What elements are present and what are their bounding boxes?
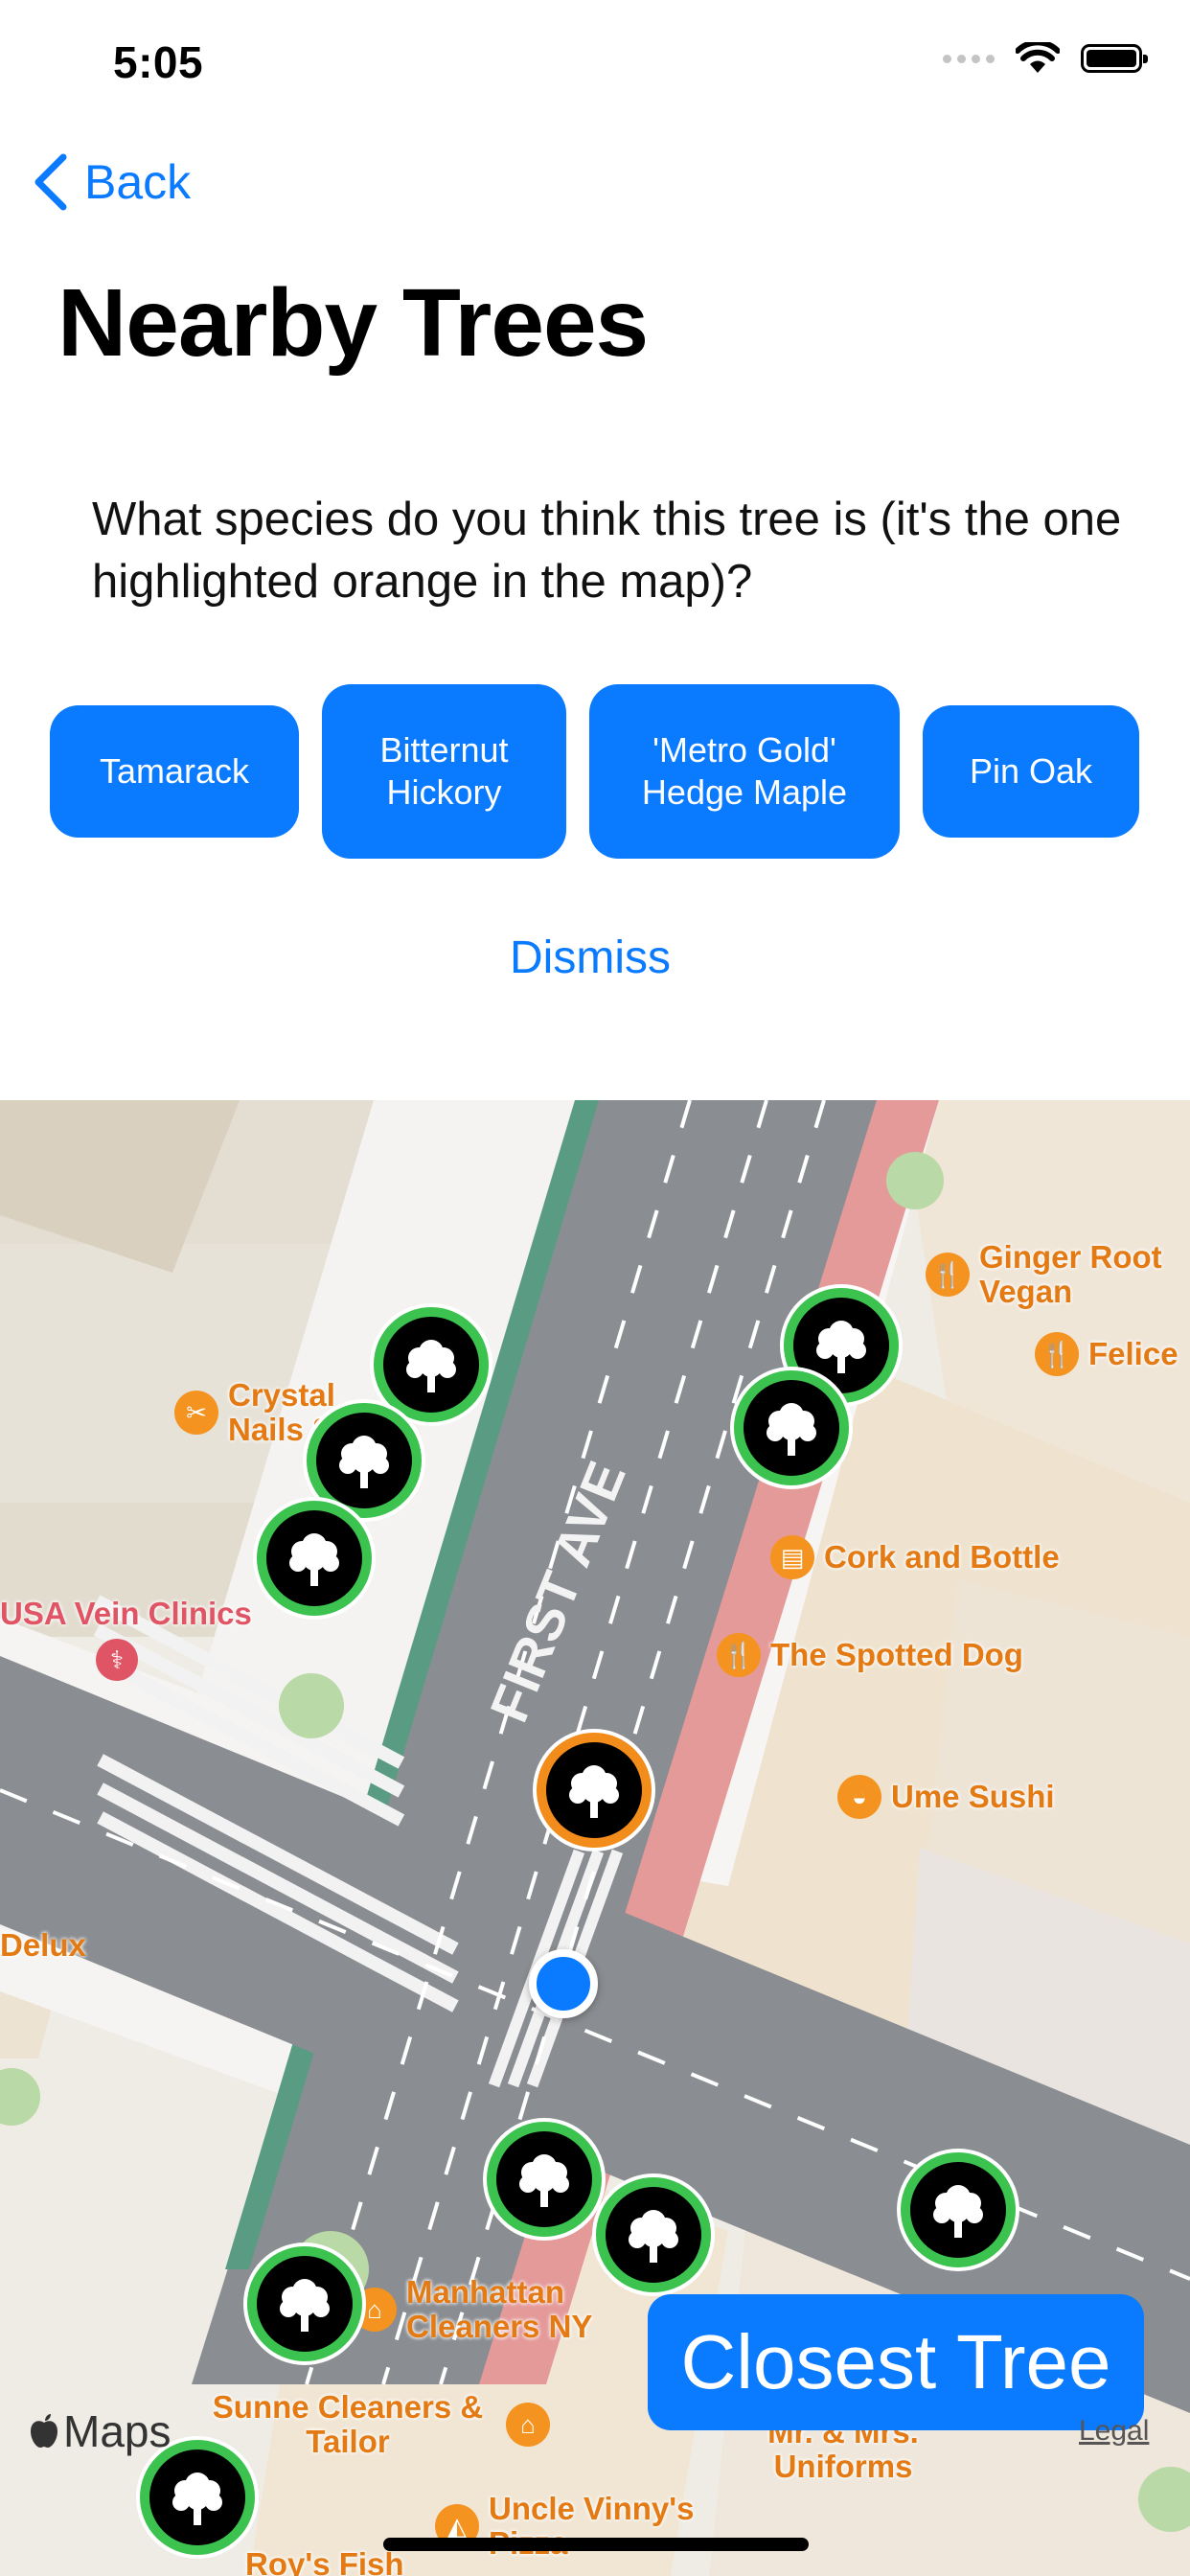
tree-marker[interactable] bbox=[140, 2440, 255, 2555]
tree-icon bbox=[816, 1321, 866, 1373]
restaurant-icon: 🍴 bbox=[1035, 1332, 1079, 1376]
poi-cork-and-bottle[interactable]: ▤ Cork and Bottle bbox=[770, 1535, 1060, 1579]
option-button-pin-oak[interactable]: Pin Oak bbox=[923, 705, 1139, 838]
option-button-bitternut-hickory[interactable]: Bitternut Hickory bbox=[322, 684, 566, 859]
tree-marker[interactable] bbox=[257, 1501, 372, 1616]
poi-label: The Spotted Dog bbox=[770, 1637, 1023, 1672]
back-label: Back bbox=[84, 155, 192, 209]
poi-usa-vein-clinics[interactable]: USA Vein Clinics bbox=[0, 1597, 252, 1631]
poi-label: Ginger Root Vegan bbox=[979, 1239, 1162, 1309]
tree-icon bbox=[569, 1765, 619, 1818]
back-button[interactable]: Back bbox=[33, 153, 191, 211]
restaurant-icon: 🍴 bbox=[926, 1253, 970, 1297]
tree-marker[interactable] bbox=[247, 2246, 362, 2361]
tree-marker-highlighted[interactable] bbox=[537, 1733, 652, 1848]
poi-label: Manhattan Cleaners NY bbox=[406, 2274, 593, 2344]
tree-marker[interactable] bbox=[374, 1307, 489, 1422]
poi-felice[interactable]: 🍴 Felice bbox=[1035, 1332, 1179, 1376]
tree-icon bbox=[339, 1436, 389, 1488]
tree-marker[interactable] bbox=[901, 2152, 1016, 2267]
quiz-question: What species do you think this tree is (… bbox=[92, 494, 1122, 608]
poi-delux[interactable]: Delux bbox=[0, 1928, 86, 1963]
tree-icon bbox=[280, 2279, 330, 2332]
hanger-icon: ⌂ bbox=[506, 2403, 550, 2447]
tree-icon bbox=[629, 2210, 678, 2263]
poi-sunne-cleaners[interactable]: Sunne Cleaners & Tailor ⌂ bbox=[199, 2390, 550, 2459]
status-time: 5:05 bbox=[113, 37, 204, 87]
poi-spotted-dog[interactable]: 🍴 The Spotted Dog bbox=[717, 1633, 1023, 1677]
medical-icon: ⚕ bbox=[96, 1639, 138, 1681]
poi-label: Roy's Fish bbox=[245, 2546, 404, 2576]
status-icons bbox=[943, 42, 1148, 75]
tree-marker[interactable] bbox=[487, 2122, 602, 2237]
cellular-signal-icon bbox=[943, 54, 995, 63]
page-title: Nearby Trees bbox=[57, 269, 649, 377]
tree-icon bbox=[406, 1340, 456, 1392]
home-indicator[interactable] bbox=[383, 2538, 809, 2551]
poi-label: Felice bbox=[1088, 1336, 1179, 1371]
option-button-metro-gold-hedge-maple[interactable]: 'Metro Gold' Hedge Maple bbox=[589, 684, 900, 859]
apple-maps-logo: Maps bbox=[29, 2405, 171, 2457]
apple-icon bbox=[31, 2414, 57, 2448]
poi-label: Cork and Bottle bbox=[824, 1539, 1060, 1575]
poi-manhattan-cleaners[interactable]: ⌂ Manhattan Cleaners NY bbox=[353, 2275, 617, 2344]
battery-icon bbox=[1081, 44, 1148, 73]
poi-label: USA Vein Clinics bbox=[0, 1596, 252, 1631]
scissors-icon: ✂ bbox=[174, 1391, 218, 1435]
sushi-icon: ◒ bbox=[837, 1775, 881, 1819]
poi-label: Ume Sushi bbox=[891, 1779, 1055, 1814]
closest-tree-button[interactable]: Closest Tree bbox=[648, 2294, 1144, 2430]
tree-icon bbox=[289, 1533, 339, 1586]
tree-icon bbox=[933, 2185, 983, 2238]
tree-marker[interactable] bbox=[734, 1370, 849, 1485]
tree-icon bbox=[519, 2154, 569, 2207]
restaurant-icon: 🍴 bbox=[717, 1633, 761, 1677]
wifi-icon bbox=[1016, 42, 1060, 73]
chevron-left-icon bbox=[34, 153, 67, 211]
store-icon: ▤ bbox=[770, 1535, 814, 1579]
tree-icon bbox=[767, 1403, 816, 1456]
legal-link[interactable]: Legal bbox=[1079, 2415, 1149, 2448]
user-location-dot bbox=[529, 1949, 598, 2018]
poi-roys-fish[interactable]: Roy's Fish bbox=[245, 2547, 404, 2576]
poi-ume-sushi[interactable]: ◒ Ume Sushi bbox=[837, 1775, 1055, 1819]
poi-label: Delux bbox=[0, 1927, 86, 1963]
option-button-tamarack[interactable]: Tamarack bbox=[50, 705, 299, 838]
tree-icon bbox=[172, 2472, 222, 2525]
tree-marker[interactable] bbox=[596, 2177, 711, 2292]
dismiss-button[interactable]: Dismiss bbox=[510, 932, 671, 984]
poi-ginger-root-vegan[interactable]: 🍴 Ginger Root Vegan bbox=[926, 1240, 1171, 1309]
poi-label: Sunne Cleaners & Tailor bbox=[212, 2389, 484, 2459]
maps-label: Maps bbox=[63, 2406, 172, 2456]
